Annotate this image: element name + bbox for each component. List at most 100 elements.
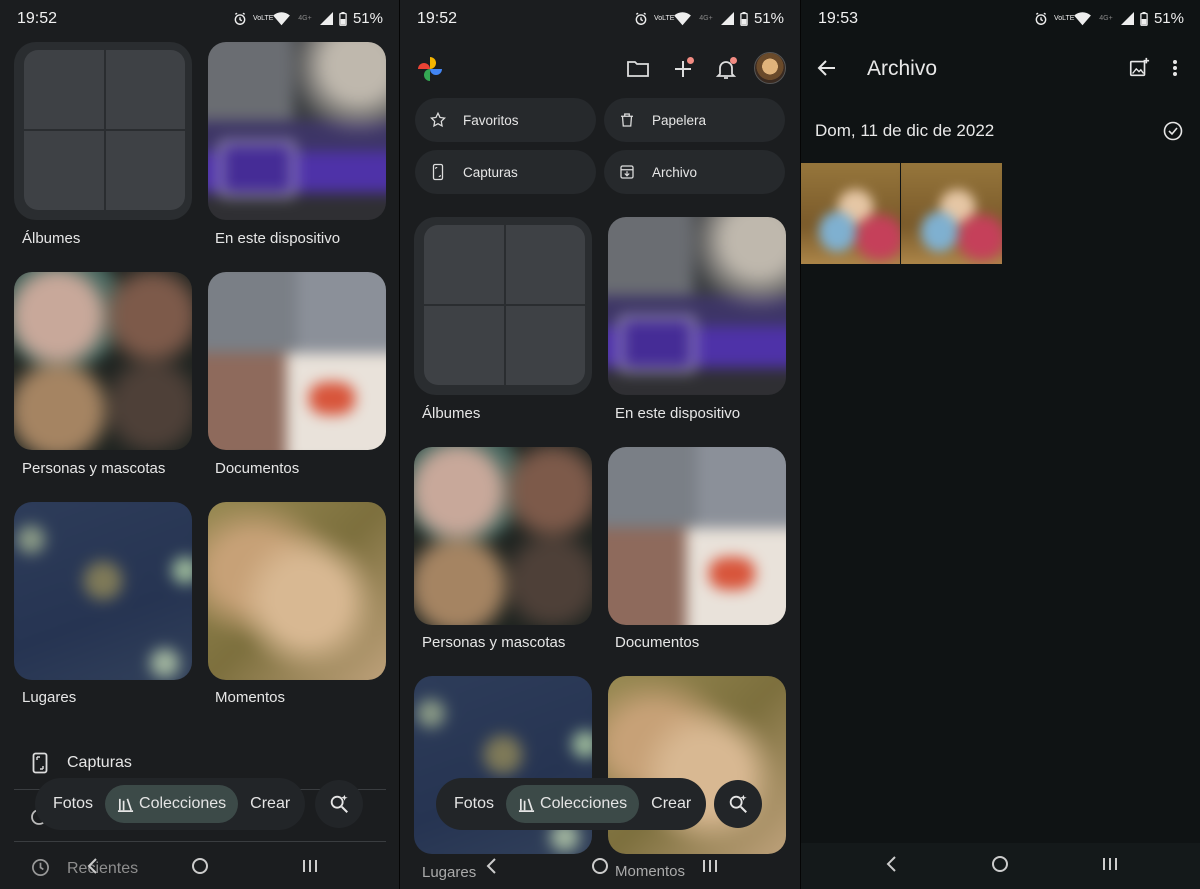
home-nav-icon[interactable] (591, 857, 609, 875)
star-icon (430, 111, 446, 128)
battery-percent: 51% (352, 10, 383, 27)
search-fab[interactable] (315, 780, 363, 828)
nav-fotos[interactable]: Fotos (442, 785, 506, 823)
nav-fotos[interactable]: Fotos (41, 785, 105, 823)
tile-label-moments: Momentos (215, 689, 286, 706)
signal-icon (720, 12, 734, 25)
tile-label-on-device: En este dispositivo (615, 405, 741, 422)
places-tile[interactable] (14, 502, 192, 680)
system-nav-bar (400, 845, 800, 889)
alarm-icon (1035, 12, 1047, 25)
trash-icon (621, 113, 633, 127)
on-device-tile[interactable] (608, 217, 786, 395)
collections-top-screen: 19:52 VoLTE 4G+ 51% Favoritos Papelera C… (400, 0, 800, 889)
nav-crear[interactable]: Crear (238, 785, 302, 823)
albums-tile[interactable] (14, 42, 192, 220)
sparkle-search-icon (729, 794, 747, 813)
network-type: 4G+ (298, 15, 312, 22)
chip-label-archivo: Archivo (652, 164, 698, 180)
chip-papelera[interactable]: Papelera (604, 98, 785, 142)
tile-label-people: Personas y mascotas (422, 634, 566, 651)
recents-nav-icon[interactable] (1101, 855, 1119, 873)
select-check-icon[interactable] (1163, 121, 1183, 141)
battery-icon (740, 11, 748, 26)
chip-archivo[interactable]: Archivo (604, 150, 785, 194)
page-title: Archivo (867, 57, 938, 80)
divider (14, 841, 386, 842)
status-bar: 19:53 VoLTE 4G+ 51% (801, 0, 1200, 38)
volte-indicator: VoLTE (252, 15, 274, 22)
nav-colecciones-label: Colecciones (139, 795, 227, 812)
list-label-capturas: Capturas (67, 754, 132, 771)
date-header: Dom, 11 de dic de 2022 (815, 121, 995, 140)
archive-screen: 19:53 VoLTE 4G+ 51% Archivo Dom, 11 de d… (801, 0, 1200, 889)
photo-thumbnail[interactable] (801, 163, 900, 264)
sparkle-search-icon (330, 794, 348, 813)
library-icon (117, 798, 134, 812)
nav-colecciones-label: Colecciones (540, 795, 628, 812)
phone-screenshot-icon (432, 163, 444, 181)
status-time: 19:52 (417, 10, 458, 27)
documents-tile[interactable] (608, 447, 786, 625)
alarm-icon (635, 12, 647, 25)
more-vert-icon[interactable] (1172, 59, 1178, 77)
volte-indicator: VoLTE (1053, 15, 1075, 22)
battery-icon (1140, 11, 1148, 26)
recents-nav-icon[interactable] (701, 857, 719, 875)
battery-percent: 51% (1153, 10, 1184, 27)
status-bar: 19:52 VoLTE 4G+ 51% (0, 0, 399, 38)
wifi-icon (1074, 11, 1091, 25)
chip-label-favoritos: Favoritos (463, 112, 519, 128)
tile-label-albums: Álbumes (422, 405, 481, 422)
add-notification-dot (687, 57, 694, 64)
tile-label-documents: Documentos (215, 460, 300, 477)
home-nav-icon[interactable] (191, 857, 209, 875)
system-nav-bar (0, 845, 399, 889)
avatar[interactable] (754, 52, 786, 84)
tile-label-on-device: En este dispositivo (215, 230, 341, 247)
home-nav-icon[interactable] (991, 855, 1009, 873)
collections-screen: 19:52 VoLTE 4G+ 51% Álbumes En este disp… (0, 0, 399, 889)
recents-nav-icon[interactable] (301, 857, 319, 875)
back-nav-icon[interactable] (484, 857, 498, 875)
moments-tile[interactable] (208, 502, 386, 680)
network-type: 4G+ (1099, 15, 1113, 22)
chip-label-papelera: Papelera (652, 112, 707, 128)
add-photo-icon[interactable] (1128, 57, 1150, 79)
people-pets-tile[interactable] (414, 447, 592, 625)
folder-icon[interactable] (625, 56, 651, 82)
library-icon (518, 798, 535, 812)
status-time: 19:53 (818, 10, 859, 27)
bottom-nav: Fotos Colecciones Crear (35, 778, 305, 830)
documents-tile[interactable] (208, 272, 386, 450)
nav-colecciones[interactable]: Colecciones (506, 785, 640, 823)
tile-label-places: Lugares (22, 689, 77, 706)
nav-crear[interactable]: Crear (639, 785, 703, 823)
wifi-icon (674, 11, 691, 25)
phone-screenshot-icon (32, 752, 48, 774)
network-type: 4G+ (699, 15, 713, 22)
albums-tile[interactable] (414, 217, 592, 395)
nav-colecciones[interactable]: Colecciones (105, 785, 239, 823)
bell-notification-dot (730, 57, 737, 64)
wifi-icon (273, 11, 290, 25)
signal-icon (1120, 12, 1134, 25)
search-fab[interactable] (714, 780, 762, 828)
back-nav-icon[interactable] (85, 857, 99, 875)
chip-favoritos[interactable]: Favoritos (415, 98, 596, 142)
volte-indicator: VoLTE (653, 15, 675, 22)
archive-icon (620, 165, 634, 179)
status-bar: 19:52 VoLTE 4G+ 51% (400, 0, 800, 38)
signal-icon (319, 12, 333, 25)
people-pets-tile[interactable] (14, 272, 192, 450)
alarm-icon (234, 12, 246, 25)
google-photos-logo-icon (418, 57, 442, 81)
back-arrow-icon[interactable] (817, 59, 837, 77)
tile-label-documents: Documentos (615, 634, 700, 651)
battery-percent: 51% (753, 10, 784, 27)
chip-label-capturas: Capturas (463, 164, 518, 180)
back-nav-icon[interactable] (884, 855, 898, 873)
photo-thumbnail[interactable] (901, 163, 1002, 264)
on-device-tile[interactable] (208, 42, 386, 220)
chip-capturas[interactable]: Capturas (415, 150, 596, 194)
